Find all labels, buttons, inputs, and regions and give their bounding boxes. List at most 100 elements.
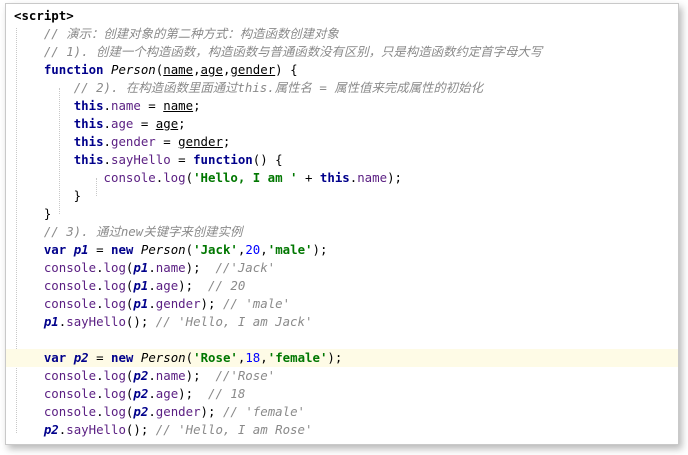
code-line[interactable]: console.log(p2.name); //'Rose' bbox=[6, 367, 678, 385]
code-token: 18 bbox=[245, 350, 261, 365]
code-line[interactable] bbox=[6, 331, 678, 349]
code-token: console bbox=[43, 296, 97, 311]
code-token: this bbox=[319, 170, 350, 185]
code-token: Person bbox=[140, 350, 186, 365]
code-line[interactable]: console.log('Hello, I am ' + this.name); bbox=[6, 169, 678, 187]
code-line[interactable]: console.log(p1.name); //'Jack' bbox=[6, 259, 678, 277]
code-token: name bbox=[357, 170, 388, 185]
code-token: () { bbox=[252, 152, 283, 167]
code-token: . bbox=[148, 404, 156, 419]
code-token: name bbox=[163, 98, 194, 113]
code-token: 'male' bbox=[267, 242, 313, 257]
code-token: 'Rose' bbox=[193, 350, 238, 365]
code-token: p2 bbox=[133, 386, 149, 401]
code-token: . bbox=[103, 98, 111, 113]
code-line[interactable]: this.age = age; bbox=[6, 115, 678, 133]
code-token: console bbox=[43, 278, 97, 293]
code-token: Person bbox=[140, 242, 186, 257]
code-line[interactable]: this.gender = gender; bbox=[6, 133, 678, 151]
code-line[interactable]: // 1). 创建一个构造函数，构造函数与普通函数没有区别，只是构造函数约定首字… bbox=[6, 43, 678, 61]
code-line[interactable]: console.log(p1.age); // 20 bbox=[6, 277, 678, 295]
code-token: // 20 bbox=[208, 278, 246, 293]
code-line[interactable]: console.log(p2.age); // 18 bbox=[6, 385, 678, 403]
code-token: gender bbox=[155, 404, 201, 419]
code-token: (); bbox=[125, 314, 156, 329]
code-token: = bbox=[88, 242, 112, 257]
code-token: log bbox=[103, 260, 126, 275]
code-token: console bbox=[43, 386, 97, 401]
code-token: <script> bbox=[14, 8, 74, 23]
code-token: . bbox=[96, 278, 104, 293]
code-line[interactable]: // 演示：创建对象的第二种方式：构造函数创建对象 bbox=[6, 25, 678, 43]
code-token: name bbox=[111, 98, 141, 113]
code-token: = bbox=[88, 350, 112, 365]
code-token: 'Jack' bbox=[193, 242, 238, 257]
code-token: var bbox=[43, 242, 67, 257]
code-token: this bbox=[73, 152, 104, 167]
code-token: log bbox=[103, 296, 126, 311]
code-token: p2 bbox=[43, 422, 59, 437]
code-line[interactable]: console.log(p2.gender); // 'female' bbox=[6, 403, 678, 421]
code-line[interactable]: } bbox=[6, 187, 678, 205]
code-editor[interactable]: <script> // 演示：创建对象的第二种方式：构造函数创建对象 // 1)… bbox=[6, 7, 678, 439]
code-line[interactable]: p2.sayHello(); // 'Hello, I am Rose' bbox=[6, 421, 678, 439]
code-token: , bbox=[260, 242, 268, 257]
code-line[interactable]: // 2). 在构造函数里面通过this.属性名 = 属性值来完成属性的初始化 bbox=[6, 79, 678, 97]
code-token: log bbox=[103, 278, 126, 293]
code-token: , bbox=[260, 350, 268, 365]
code-token: + bbox=[297, 170, 320, 185]
code-token: name bbox=[155, 368, 186, 383]
code-token: p1 bbox=[73, 242, 89, 257]
code-line[interactable]: // 3). 通过new关键字来创建实例 bbox=[6, 223, 678, 241]
code-token: } bbox=[14, 206, 52, 221]
code-token: ); bbox=[387, 170, 402, 185]
code-token: (); bbox=[125, 422, 156, 437]
code-token: log bbox=[103, 404, 126, 419]
code-token: gender bbox=[155, 296, 201, 311]
code-line[interactable]: this.name = name; bbox=[6, 97, 678, 115]
code-line[interactable]: this.sayHello = function() { bbox=[6, 151, 678, 169]
code-token: . bbox=[96, 296, 104, 311]
code-token: sayHello bbox=[66, 422, 126, 437]
code-line[interactable]: p1.sayHello(); // 'Hello, I am Jack' bbox=[6, 313, 678, 331]
code-line[interactable]: var p1 = new Person('Jack',20,'male'); bbox=[6, 241, 678, 259]
code-token: // 'female' bbox=[222, 404, 305, 419]
code-token: //'Jack' bbox=[215, 260, 276, 275]
code-token: function bbox=[43, 62, 104, 77]
code-token: new bbox=[111, 242, 134, 257]
code-token: sayHello bbox=[111, 152, 171, 167]
code-token: . bbox=[96, 404, 104, 419]
code-token: ( bbox=[185, 170, 194, 185]
code-token: p1 bbox=[133, 278, 149, 293]
code-line[interactable]: function Person(name,age,gender) { bbox=[6, 61, 678, 79]
code-token: = bbox=[133, 116, 156, 131]
code-token: age bbox=[155, 386, 179, 401]
code-token: 'female' bbox=[267, 350, 328, 365]
code-token: . bbox=[148, 278, 156, 293]
code-line[interactable]: } bbox=[6, 205, 678, 223]
code-token: . bbox=[96, 368, 104, 383]
code-token: ( bbox=[185, 350, 194, 365]
code-token: console bbox=[43, 368, 97, 383]
code-token: age bbox=[111, 116, 134, 131]
code-token: new bbox=[111, 350, 134, 365]
code-line[interactable]: <script> bbox=[6, 7, 678, 25]
code-token: ; bbox=[178, 116, 186, 131]
code-line[interactable]: console.log(p1.gender); // 'male' bbox=[6, 295, 678, 313]
code-token: var bbox=[43, 350, 67, 365]
code-token: . bbox=[148, 368, 156, 383]
code-line[interactable]: var p2 = new Person('Rose',18,'female'); bbox=[6, 349, 678, 367]
